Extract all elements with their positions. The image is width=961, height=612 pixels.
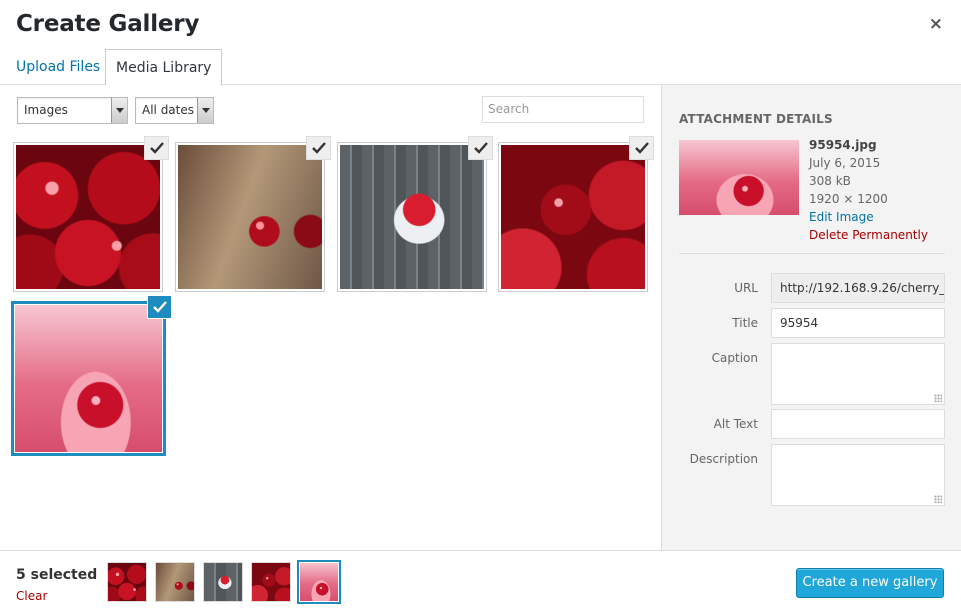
date-filter-value: All dates <box>142 103 195 117</box>
thumbnail-image <box>501 145 645 289</box>
attachment-thumbnail[interactable] <box>498 136 654 292</box>
close-icon[interactable]: × <box>929 14 943 34</box>
attachment-thumbnail[interactable] <box>337 136 493 292</box>
check-icon[interactable] <box>147 295 172 319</box>
check-icon[interactable] <box>629 136 654 160</box>
details-heading: ATTACHMENT DETAILS <box>679 112 833 126</box>
media-toolbar-footer: 5 selected Clear Create a new gallery <box>0 550 961 612</box>
thumbnail-image <box>16 145 160 289</box>
attachment-thumbnail[interactable] <box>13 136 169 292</box>
details-dimensions: 1920 × 1200 <box>809 192 888 206</box>
caption-field[interactable] <box>771 343 945 405</box>
modal-title: Create Gallery <box>16 11 200 37</box>
title-label: Title <box>732 316 758 330</box>
selection-thumbnail[interactable] <box>155 562 195 602</box>
resize-handle-icon[interactable] <box>934 495 942 503</box>
chevron-down-icon <box>197 98 213 123</box>
selection-thumbnail[interactable] <box>107 562 147 602</box>
resize-handle-icon[interactable] <box>934 394 942 402</box>
details-meta: 95954.jpg July 6, 2015 308 kB 1920 × 120… <box>809 136 928 244</box>
selection-thumbnail-active[interactable] <box>297 560 341 604</box>
clear-selection-link[interactable]: Clear <box>16 589 47 603</box>
tab-upload-files[interactable]: Upload Files <box>6 49 110 85</box>
alt-text-field[interactable] <box>771 409 945 439</box>
date-filter-select[interactable]: All dates <box>135 97 214 124</box>
divider <box>679 253 945 254</box>
check-icon[interactable] <box>144 136 169 160</box>
attachment-thumbnail[interactable] <box>175 136 331 292</box>
details-date: July 6, 2015 <box>809 156 881 170</box>
check-icon[interactable] <box>468 136 493 160</box>
details-filename: 95954.jpg <box>809 138 877 152</box>
thumbnail-image <box>15 305 162 452</box>
chevron-down-icon <box>111 98 127 123</box>
details-thumbnail <box>679 140 799 215</box>
edit-image-link[interactable]: Edit Image <box>809 208 928 226</box>
tab-bar: Upload Files Media Library <box>0 49 961 86</box>
type-filter-value: Images <box>24 103 68 117</box>
caption-label: Caption <box>711 351 758 365</box>
details-size: 308 kB <box>809 174 851 188</box>
type-filter-select[interactable]: Images <box>17 97 128 124</box>
description-label: Description <box>689 452 758 466</box>
media-modal: Create Gallery × Upload Files Media Libr… <box>0 0 961 612</box>
selection-thumbnail[interactable] <box>203 562 243 602</box>
attachment-details-sidebar: ATTACHMENT DETAILS 95954.jpg July 6, 201… <box>661 85 961 551</box>
tab-media-library[interactable]: Media Library <box>105 49 223 86</box>
title-field[interactable]: 95954 <box>771 308 945 338</box>
thumbnail-image <box>340 145 484 289</box>
url-label: URL <box>734 281 758 295</box>
description-field[interactable] <box>771 444 945 506</box>
alt-text-label: Alt Text <box>713 417 758 431</box>
delete-permanently-link[interactable]: Delete Permanently <box>809 226 928 244</box>
thumbnail-image <box>178 145 322 289</box>
selection-count: 5 selected <box>16 567 98 583</box>
create-gallery-button[interactable]: Create a new gallery <box>796 568 944 598</box>
url-field[interactable]: http://192.168.9.26/cherry_t <box>771 273 945 303</box>
selection-thumbnail[interactable] <box>251 562 291 602</box>
check-icon[interactable] <box>306 136 331 160</box>
search-input[interactable]: Search <box>482 96 644 123</box>
attachment-thumbnail-active[interactable] <box>11 295 172 456</box>
